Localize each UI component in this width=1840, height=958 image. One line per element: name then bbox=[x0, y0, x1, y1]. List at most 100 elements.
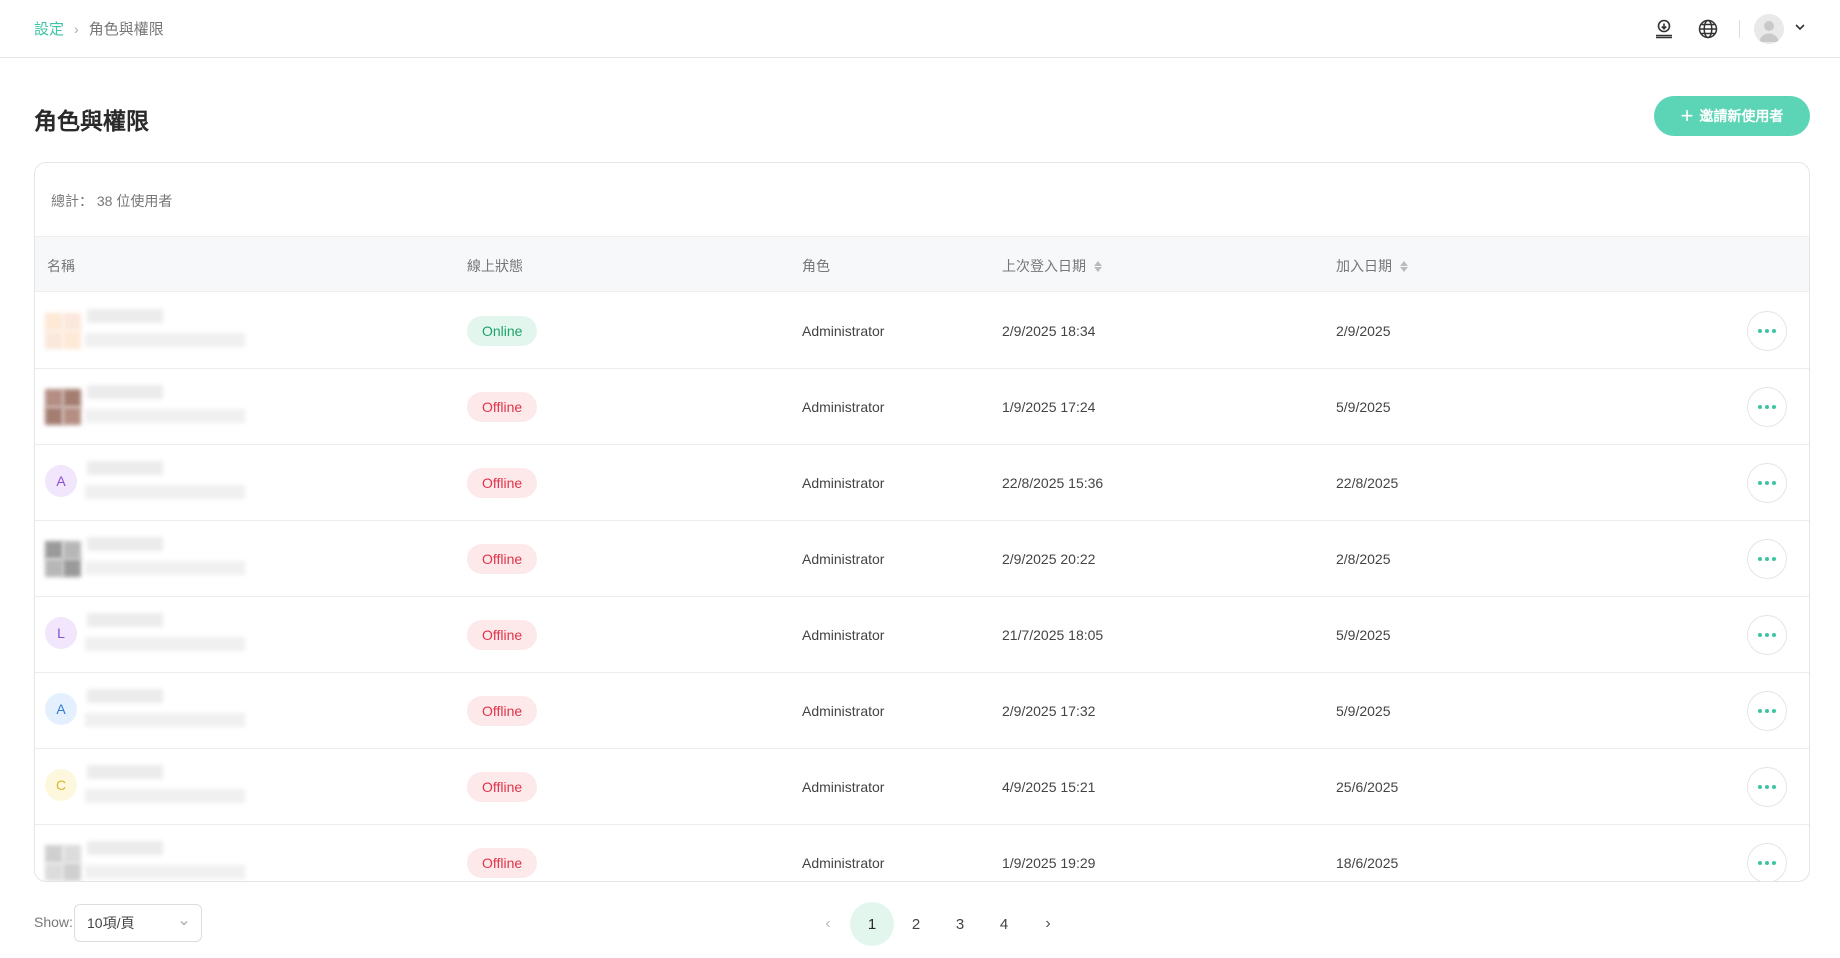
joined-date-cell: 2/8/2025 bbox=[1336, 551, 1391, 567]
breadcrumb-separator: › bbox=[74, 20, 79, 37]
more-horizontal-icon[interactable] bbox=[1747, 843, 1787, 881]
pagination: ‹ 1234 › bbox=[806, 902, 1070, 946]
chevron-down-icon bbox=[179, 915, 189, 931]
user-name-cell[interactable] bbox=[45, 839, 265, 881]
more-horizontal-icon[interactable] bbox=[1747, 387, 1787, 427]
sort-icon[interactable] bbox=[1400, 260, 1408, 272]
invite-user-label: 邀請新使用者 bbox=[1699, 108, 1784, 124]
redacted-name bbox=[87, 841, 163, 855]
prev-page-icon[interactable]: ‹ bbox=[806, 902, 850, 946]
table-row[interactable]: A Offline Administrator 2/9/2025 17:32 5… bbox=[35, 673, 1809, 749]
table-row[interactable]: L Offline Administrator 21/7/2025 18:05 … bbox=[35, 597, 1809, 673]
redacted-email bbox=[85, 409, 245, 423]
chevron-down-icon[interactable] bbox=[1794, 20, 1806, 38]
table-row[interactable]: A Offline Administrator 22/8/2025 15:36 … bbox=[35, 445, 1809, 521]
page-button[interactable]: 2 bbox=[894, 902, 938, 946]
column-header-joined[interactable]: 加入日期 bbox=[1336, 256, 1408, 276]
user-avatar-icon[interactable] bbox=[1754, 14, 1784, 44]
column-header-status: 線上狀態 bbox=[467, 258, 523, 274]
breadcrumb-settings-link[interactable]: 設定 bbox=[34, 18, 64, 39]
status-cell: Offline bbox=[467, 597, 538, 673]
more-horizontal-icon[interactable] bbox=[1747, 691, 1787, 731]
status-cell: Offline bbox=[467, 521, 538, 597]
user-name-cell[interactable] bbox=[45, 307, 265, 355]
role-cell: Administrator bbox=[802, 475, 885, 491]
page-size-select[interactable]: 10項/頁 bbox=[74, 904, 202, 942]
redacted-name bbox=[87, 689, 163, 703]
plus-icon: + bbox=[1680, 103, 1694, 128]
avatar: A bbox=[45, 465, 77, 497]
redacted-email bbox=[85, 713, 245, 727]
redacted-name bbox=[87, 613, 163, 627]
status-badge: Offline bbox=[467, 392, 538, 422]
next-page-icon[interactable]: › bbox=[1026, 902, 1070, 946]
status-cell: Online bbox=[467, 293, 538, 369]
joined-date-cell: 22/8/2025 bbox=[1336, 475, 1399, 491]
user-name-cell[interactable] bbox=[45, 383, 265, 431]
status-badge: Offline bbox=[467, 696, 538, 726]
column-header-role: 角色 bbox=[802, 258, 830, 274]
last-login-cell: 2/9/2025 18:34 bbox=[1002, 323, 1096, 339]
redacted-email bbox=[85, 333, 245, 347]
more-horizontal-icon[interactable] bbox=[1747, 767, 1787, 807]
more-horizontal-icon[interactable] bbox=[1747, 311, 1787, 351]
breadcrumb: 設定 › 角色與權限 bbox=[34, 18, 164, 39]
download-icon[interactable] bbox=[1647, 12, 1681, 46]
redacted-email bbox=[85, 789, 245, 803]
page-numbers: 1234 bbox=[850, 902, 1026, 946]
user-name-cell[interactable]: A bbox=[45, 459, 265, 507]
joined-date-cell: 5/9/2025 bbox=[1336, 627, 1391, 643]
status-badge: Offline bbox=[467, 620, 538, 650]
top-bar: 設定 › 角色與權限 bbox=[0, 0, 1840, 58]
table-row[interactable]: Offline Administrator 1/9/2025 19:29 18/… bbox=[35, 825, 1809, 881]
joined-date-cell: 5/9/2025 bbox=[1336, 399, 1391, 415]
column-header-last-login[interactable]: 上次登入日期 bbox=[1002, 256, 1102, 276]
role-cell: Administrator bbox=[802, 399, 885, 415]
table-row[interactable]: Offline Administrator 2/9/2025 20:22 2/8… bbox=[35, 521, 1809, 597]
globe-icon[interactable] bbox=[1691, 12, 1725, 46]
redacted-email bbox=[85, 637, 245, 651]
status-badge: Offline bbox=[467, 848, 538, 878]
status-cell: Offline bbox=[467, 673, 538, 749]
invite-user-button[interactable]: + 邀請新使用者 bbox=[1654, 96, 1810, 136]
more-horizontal-icon[interactable] bbox=[1747, 615, 1787, 655]
page-button[interactable]: 3 bbox=[938, 902, 982, 946]
redacted-email bbox=[85, 865, 245, 879]
avatar: L bbox=[45, 617, 77, 649]
status-cell: Offline bbox=[467, 825, 538, 881]
joined-date-cell: 5/9/2025 bbox=[1336, 703, 1391, 719]
table-row[interactable]: Online Administrator 2/9/2025 18:34 2/9/… bbox=[35, 293, 1809, 369]
redacted-email bbox=[85, 561, 245, 575]
more-horizontal-icon[interactable] bbox=[1747, 539, 1787, 579]
status-cell: Offline bbox=[467, 369, 538, 445]
role-cell: Administrator bbox=[802, 551, 885, 567]
last-login-cell: 2/9/2025 20:22 bbox=[1002, 551, 1096, 567]
more-horizontal-icon[interactable] bbox=[1747, 463, 1787, 503]
status-badge: Offline bbox=[467, 468, 538, 498]
page-size-label: Show: bbox=[34, 914, 73, 930]
last-login-cell: 21/7/2025 18:05 bbox=[1002, 627, 1104, 643]
table-row[interactable]: C Offline Administrator 4/9/2025 15:21 2… bbox=[35, 749, 1809, 825]
table-header: 名稱 線上狀態 角色 上次登入日期 加入日期 bbox=[35, 236, 1809, 292]
status-cell: Offline bbox=[467, 445, 538, 521]
user-name-cell[interactable]: C bbox=[45, 763, 265, 811]
table-row[interactable]: Offline Administrator 1/9/2025 17:24 5/9… bbox=[35, 369, 1809, 445]
page-button[interactable]: 4 bbox=[982, 902, 1026, 946]
avatar: C bbox=[45, 769, 77, 801]
page-button[interactable]: 1 bbox=[850, 902, 894, 946]
users-table-card: 總計： 38 位使用者 名稱 線上狀態 角色 上次登入日期 加入日期 Onlin… bbox=[34, 162, 1810, 882]
role-cell: Administrator bbox=[802, 779, 885, 795]
last-login-cell: 1/9/2025 17:24 bbox=[1002, 399, 1096, 415]
column-header-joined-label: 加入日期 bbox=[1336, 258, 1392, 274]
joined-date-cell: 18/6/2025 bbox=[1336, 855, 1399, 871]
user-name-cell[interactable]: L bbox=[45, 611, 265, 659]
header-actions bbox=[1637, 12, 1806, 46]
redacted-name bbox=[87, 461, 163, 475]
sort-icon[interactable] bbox=[1094, 260, 1102, 272]
role-cell: Administrator bbox=[802, 323, 885, 339]
user-name-cell[interactable]: A bbox=[45, 687, 265, 735]
user-name-cell[interactable] bbox=[45, 535, 265, 583]
page-size-value: 10項/頁 bbox=[87, 915, 135, 931]
last-login-cell: 22/8/2025 15:36 bbox=[1002, 475, 1104, 491]
joined-date-cell: 25/6/2025 bbox=[1336, 779, 1399, 795]
